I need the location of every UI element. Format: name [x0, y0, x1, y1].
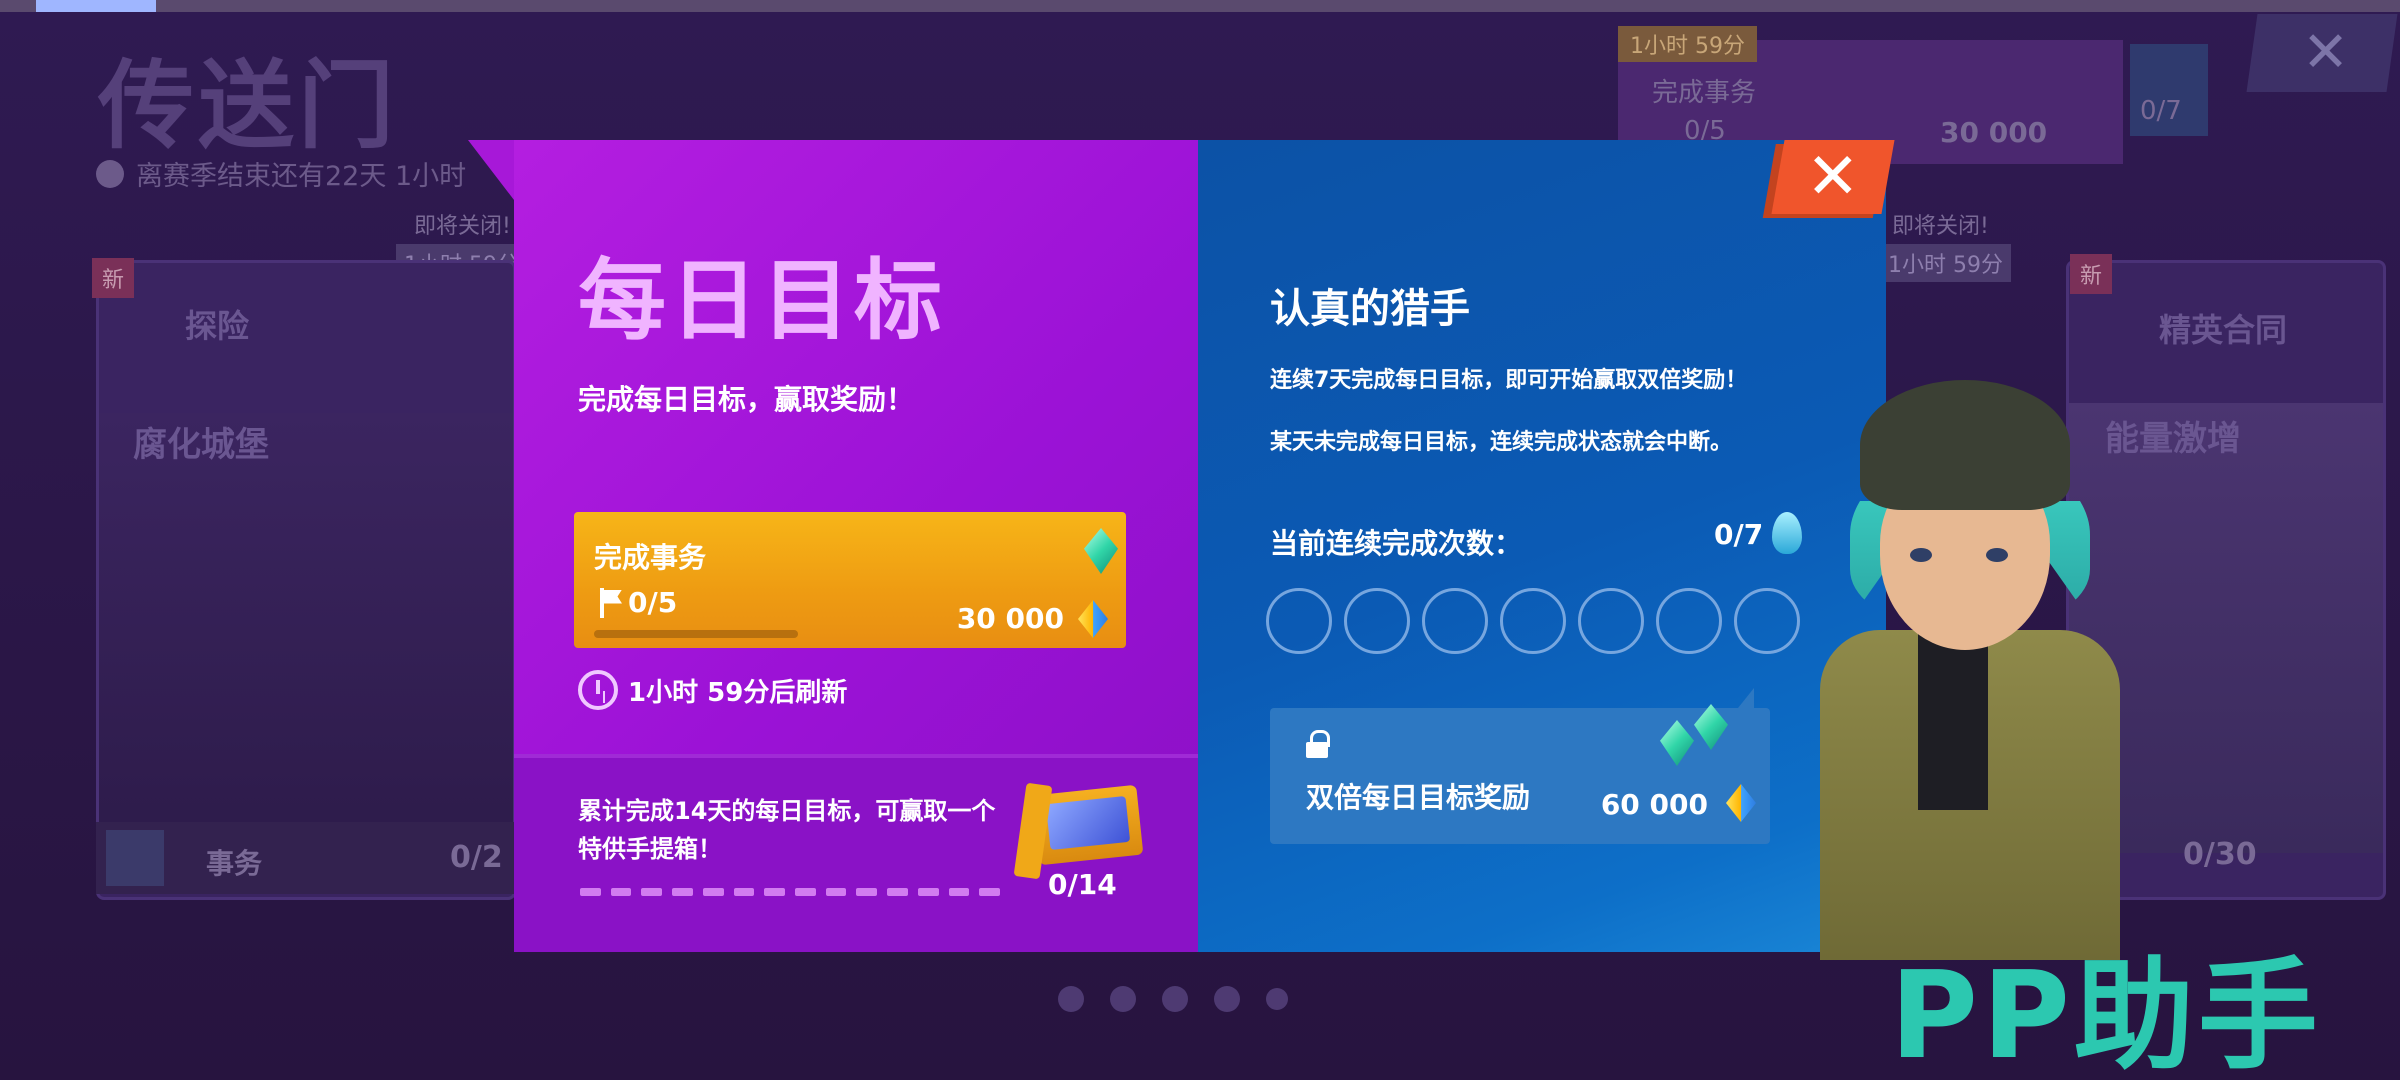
refresh-text: 1小时 59分后刷新	[628, 677, 848, 708]
top-right-mission-label: 完成事务	[1652, 78, 1757, 108]
elite-count: 0/30	[2183, 837, 2257, 872]
watermark: PP助手	[1890, 947, 2322, 1080]
close-button[interactable]: ✕	[1771, 140, 1895, 214]
closing-time-right: 1小时 59分	[1880, 244, 2011, 282]
streak-circle	[1266, 588, 1332, 654]
daily-goals-modal: 每日目标 完成每日目标，赢取奖励！ 完成事务 0/5 30 000 1小时 59…	[468, 140, 1895, 952]
cumulative-reward-strip: 累计完成14天的每日目标，可赢取一个特供手提箱！ 0/14	[514, 754, 1198, 952]
hunter-character	[1790, 370, 2150, 960]
top-right-reward: 30 000	[1940, 116, 2048, 149]
streak-circles	[1266, 588, 1800, 654]
chest-icon	[1013, 782, 1144, 880]
streak-circle	[1656, 588, 1722, 654]
mission-progress-text: 0/5	[628, 586, 678, 619]
streak-count: 0/7	[1714, 518, 1764, 551]
page-dot[interactable]	[1058, 986, 1084, 1012]
double-reward-card[interactable]: 双倍每日目标奖励 60 000	[1270, 688, 1770, 844]
streak-circle	[1422, 588, 1488, 654]
close-icon: ✕	[1806, 140, 1860, 214]
daily-goals-subtitle: 完成每日目标，赢取奖励！	[578, 383, 915, 416]
closing-soon-left: 即将关闭!	[414, 214, 511, 239]
adventure-mission-label: 事务	[206, 847, 263, 880]
mission-name: 完成事务	[594, 541, 707, 574]
close-icon: ✕	[2302, 20, 2349, 85]
cumulative-progress-track	[580, 888, 1001, 896]
mission-card[interactable]: 完成事务 0/5 30 000	[574, 512, 1126, 648]
flag-icon	[106, 830, 164, 886]
page-indicator	[1058, 986, 1288, 1012]
flag-icon	[598, 587, 624, 618]
adventure-card[interactable]: 探险 腐化城堡	[96, 260, 516, 900]
streak-description-1: 连续7天完成每日目标，即可开始赢取双倍奖励！	[1270, 368, 1748, 393]
page-dot[interactable]	[1162, 986, 1188, 1012]
background-close-button[interactable]: ✕	[2246, 14, 2398, 92]
diamond-icon	[1726, 784, 1756, 822]
elite-category: 精英合同	[2159, 311, 2288, 349]
top-right-time: 1小时 59分	[1618, 26, 1757, 62]
clock-icon	[96, 159, 124, 188]
cumulative-text: 累计完成14天的每日目标，可赢取一个特供手提箱！	[578, 797, 996, 863]
streak-circle	[1500, 588, 1566, 654]
gem-icon	[1084, 528, 1118, 574]
diamond-icon	[1078, 600, 1108, 638]
top-right-streak: 0/7	[2130, 44, 2208, 136]
page-dot[interactable]	[1266, 988, 1288, 1010]
new-badge-left: 新	[92, 258, 135, 298]
season-timer: 离赛季结束还有22天 1小时	[96, 154, 466, 193]
adventure-mission-row: 事务 0/2	[96, 822, 516, 894]
closing-soon-right: 即将关闭!	[1892, 214, 1989, 239]
corner-flap	[468, 140, 514, 200]
streak-circle	[1578, 588, 1644, 654]
gem-icon	[1694, 704, 1728, 750]
adventure-name: 腐化城堡	[133, 425, 269, 465]
mission-progress: 0/5	[598, 586, 677, 619]
double-reward-value: 60 000	[1600, 788, 1708, 821]
streak-title: 认真的猎手	[1270, 286, 1470, 332]
cumulative-count: 0/14	[1048, 868, 1117, 901]
refresh-timer: 1小时 59分后刷新	[578, 670, 847, 710]
adventure-mission-count: 0/2	[450, 840, 503, 875]
daily-goals-panel: 每日目标 完成每日目标，赢取奖励！ 完成事务 0/5 30 000 1小时 59…	[514, 140, 1198, 952]
double-reward-label: 双倍每日目标奖励	[1306, 781, 1531, 814]
adventure-category: 探险	[185, 307, 250, 345]
streak-count-label: 当前连续完成次数：	[1270, 527, 1523, 560]
new-badge-right: 新	[2070, 254, 2113, 294]
daily-goals-title: 每日目标	[578, 249, 947, 352]
season-text: 离赛季结束还有22天 1小时	[136, 161, 467, 192]
mission-progress-bar	[594, 630, 798, 638]
streak-circle	[1344, 588, 1410, 654]
mission-reward: 30 000	[956, 602, 1064, 635]
page-title: 传送门	[98, 50, 398, 162]
streak-description-2: 某天未完成每日目标，连续完成状态就会中断。	[1270, 430, 1733, 455]
page-dot[interactable]	[1214, 986, 1240, 1012]
top-progress-bar	[0, 0, 2400, 12]
lock-icon	[1306, 730, 1330, 758]
gem-icon	[1660, 720, 1694, 766]
clock-refresh-icon	[578, 670, 618, 710]
page-dot[interactable]	[1110, 986, 1136, 1012]
